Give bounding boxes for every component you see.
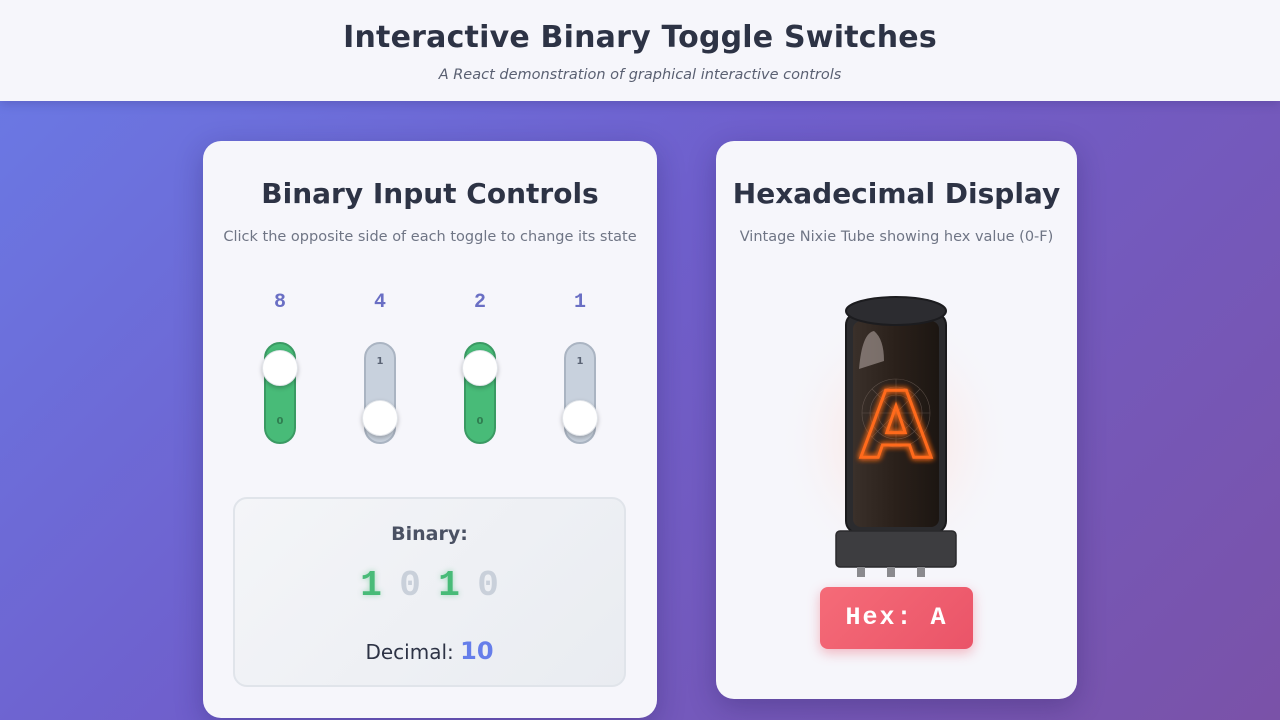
toggle-top-label: 1 [576, 356, 584, 367]
hex-value-badge: Hex: A [820, 587, 973, 649]
page-title: Interactive Binary Toggle Switches [343, 20, 937, 55]
binary-digits: 1010 [235, 565, 624, 606]
toggle-knob[interactable] [562, 400, 598, 436]
toggle-knob[interactable] [262, 350, 298, 386]
toggle-knob[interactable] [362, 400, 398, 436]
page-subtitle: A React demonstration of graphical inter… [438, 67, 842, 83]
bit-weight-label: 2 [473, 291, 486, 314]
nixie-base [835, 530, 957, 568]
binary-digit: 1 [438, 565, 460, 606]
binary-digit: 1 [360, 565, 382, 606]
binary-input-panel: Binary Input Controls Click the opposite… [203, 141, 657, 718]
hex-display-title: Hexadecimal Display [732, 177, 1061, 210]
toggle-bottom-label: 0 [276, 416, 284, 427]
toggle-top-label: 1 [376, 356, 384, 367]
nixie-pin [857, 567, 865, 577]
decimal-value: 10 [460, 637, 494, 665]
binary-digit: 0 [399, 565, 421, 606]
hex-display-panel: Hexadecimal Display Vintage Nixie Tube s… [716, 141, 1077, 699]
bit-weight-label: 8 [273, 291, 286, 314]
nixie-digit: A [860, 372, 931, 479]
hex-display-subtitle: Vintage Nixie Tube showing hex value (0-… [739, 229, 1054, 245]
toggle-bottom-label: 0 [476, 416, 484, 427]
nixie-cap [845, 296, 947, 326]
toggle-knob[interactable] [462, 350, 498, 386]
binary-digit: 0 [477, 565, 499, 606]
bit-weight-label: 1 [573, 291, 586, 314]
nixie-pin [917, 567, 925, 577]
nixie-tube-graphic: A [776, 296, 1016, 581]
decimal-row: Decimal: 10 [235, 637, 624, 665]
binary-input-instructions: Click the opposite side of each toggle t… [223, 229, 637, 245]
binary-input-title: Binary Input Controls [261, 177, 599, 210]
binary-label: Binary: [391, 523, 468, 545]
binary-readout: Binary: 1010 Decimal: 10 [233, 497, 626, 687]
nixie-tube: A [716, 291, 1077, 581]
page-header: Interactive Binary Toggle Switches A Rea… [0, 0, 1280, 101]
nixie-pin [887, 567, 895, 577]
bit-weight-label: 4 [373, 291, 386, 314]
decimal-label: Decimal: [365, 640, 454, 664]
